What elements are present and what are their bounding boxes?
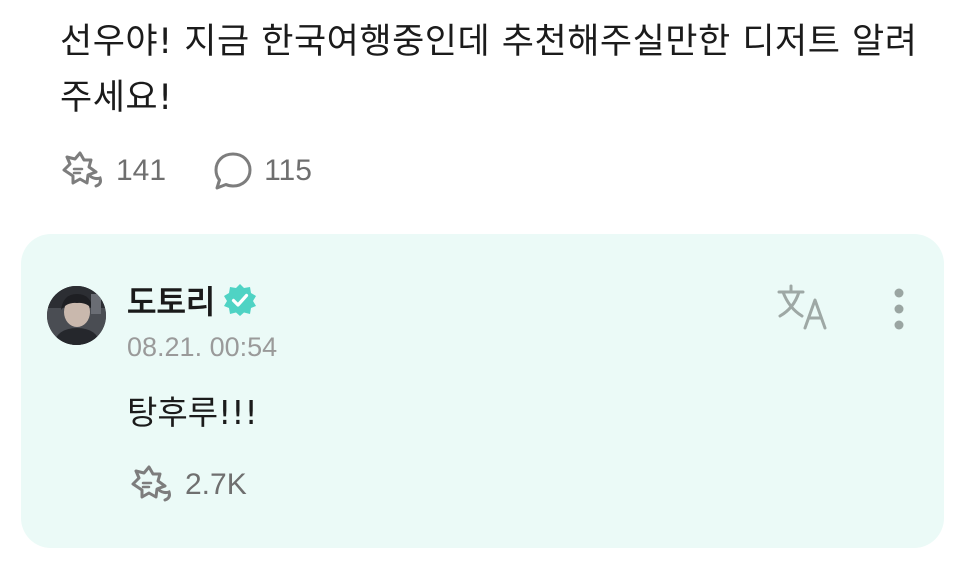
- verified-badge-icon: [224, 284, 257, 316]
- author-name[interactable]: 도토리: [127, 277, 215, 323]
- post-like-count: 141: [116, 154, 167, 187]
- comment-like-count: 2.7K: [185, 468, 247, 501]
- post-stats: 141 115: [60, 146, 358, 196]
- author-row: 도토리: [127, 278, 257, 322]
- post-comment-button[interactable]: 115: [212, 151, 312, 191]
- comment-card: 도토리 08.21. 00:54 탕후루!!! 2.7K: [21, 234, 944, 548]
- post-text: 선우야! 지금 한국여행중인데 추천해주실만한 디저트 알려주세요!: [60, 22, 918, 118]
- comment-like-button[interactable]: 2.7K: [129, 465, 247, 505]
- feed-page: 선우야! 지금 한국여행중인데 추천해주실만한 디저트 알려주세요! 141 1…: [0, 0, 970, 572]
- comment-icon: [214, 152, 252, 190]
- post-like-button[interactable]: 141: [60, 151, 166, 191]
- translate-icon: [777, 284, 827, 330]
- more-options-button[interactable]: [885, 286, 913, 332]
- like-icon: [131, 465, 171, 502]
- avatar[interactable]: [47, 286, 106, 345]
- translate-button[interactable]: [775, 282, 833, 334]
- more-vertical-icon: [894, 288, 904, 330]
- post-comment-count: 115: [264, 154, 312, 187]
- comment-timestamp: 08.21. 00:54: [127, 332, 278, 362]
- comment-stats: 2.7K: [129, 462, 293, 508]
- comment-body: 탕후루!!!: [127, 393, 258, 432]
- like-icon: [62, 151, 102, 188]
